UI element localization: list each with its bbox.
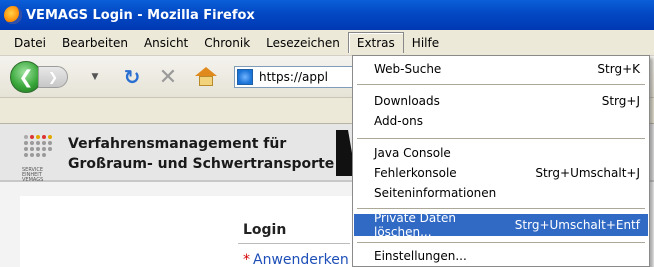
vemags-logo-icon <box>24 135 60 159</box>
menu-item-java-console[interactable]: Java Console <box>354 142 648 164</box>
firefox-logo-icon <box>4 6 22 24</box>
required-marker: * <box>243 252 250 267</box>
home-icon <box>195 67 217 76</box>
reload-icon: ↻ <box>123 65 141 89</box>
menu-separator <box>357 138 645 139</box>
address-url: https://appl <box>259 70 328 84</box>
window-title: VEMAGS Login - Mozilla Firefox <box>26 7 255 23</box>
menu-item-settings[interactable]: Einstellungen... <box>354 245 648 267</box>
menu-item-clear-private-data[interactable]: Private Daten löschen... Strg+Umschalt+E… <box>354 211 648 239</box>
menu-item-addons[interactable]: Add-ons <box>354 110 648 132</box>
menu-item-page-info[interactable]: Seiteninformationen <box>354 182 648 204</box>
home-button[interactable] <box>194 65 218 89</box>
menu-separator <box>357 208 645 209</box>
close-icon: ✕ <box>158 64 178 90</box>
menu-extras[interactable]: Extras <box>347 32 404 53</box>
extras-menu: Web-Suche Strg+K Downloads Strg+J Add-on… <box>352 55 650 267</box>
menu-separator <box>357 242 645 243</box>
menu-chronik[interactable]: Chronik <box>196 33 258 53</box>
menu-bearbeiten[interactable]: Bearbeiten <box>54 33 136 53</box>
menu-hilfe[interactable]: Hilfe <box>404 33 447 53</box>
reload-button[interactable]: ↻ <box>120 65 144 89</box>
page-title-line1: Verfahrensmanagement für <box>68 136 287 152</box>
page-title-line2: Großraum- und Schwertransporte <box>68 156 335 172</box>
address-bar[interactable]: https://appl <box>234 66 354 88</box>
menu-datei[interactable]: Datei <box>6 33 54 53</box>
login-heading: Login <box>243 222 287 238</box>
site-favicon-icon <box>237 69 253 85</box>
forward-button[interactable]: ❯ <box>38 66 68 88</box>
chevron-down-icon: ▼ <box>91 72 99 82</box>
menu-item-error-console[interactable]: Fehlerkonsole Strg+Umschalt+J <box>354 162 648 184</box>
menu-separator <box>357 84 645 85</box>
arrow-right-icon: ❯ <box>47 70 59 84</box>
history-dropdown-button[interactable]: ▼ <box>88 70 102 84</box>
logo-caption: SERVICE EINHEIT VEMAGS <box>22 167 44 183</box>
menu-ansicht[interactable]: Ansicht <box>136 33 196 53</box>
menu-lesezeichen[interactable]: Lesezeichen <box>258 33 348 53</box>
menu-item-downloads[interactable]: Downloads Strg+J <box>354 90 648 112</box>
menu-bar: Datei Bearbeiten Ansicht Chronik Lesezei… <box>0 30 654 56</box>
username-label-text: Anwenderken <box>253 252 349 267</box>
login-divider <box>238 243 350 244</box>
page-title: Verfahrensmanagement für Großraum- und S… <box>68 134 334 174</box>
stop-button[interactable]: ✕ <box>156 64 180 90</box>
arrow-left-icon: ❮ <box>18 66 34 88</box>
username-label: * Anwenderken <box>243 252 349 267</box>
window-titlebar: VEMAGS Login - Mozilla Firefox <box>0 0 654 30</box>
menu-item-web-search[interactable]: Web-Suche Strg+K <box>354 58 648 80</box>
